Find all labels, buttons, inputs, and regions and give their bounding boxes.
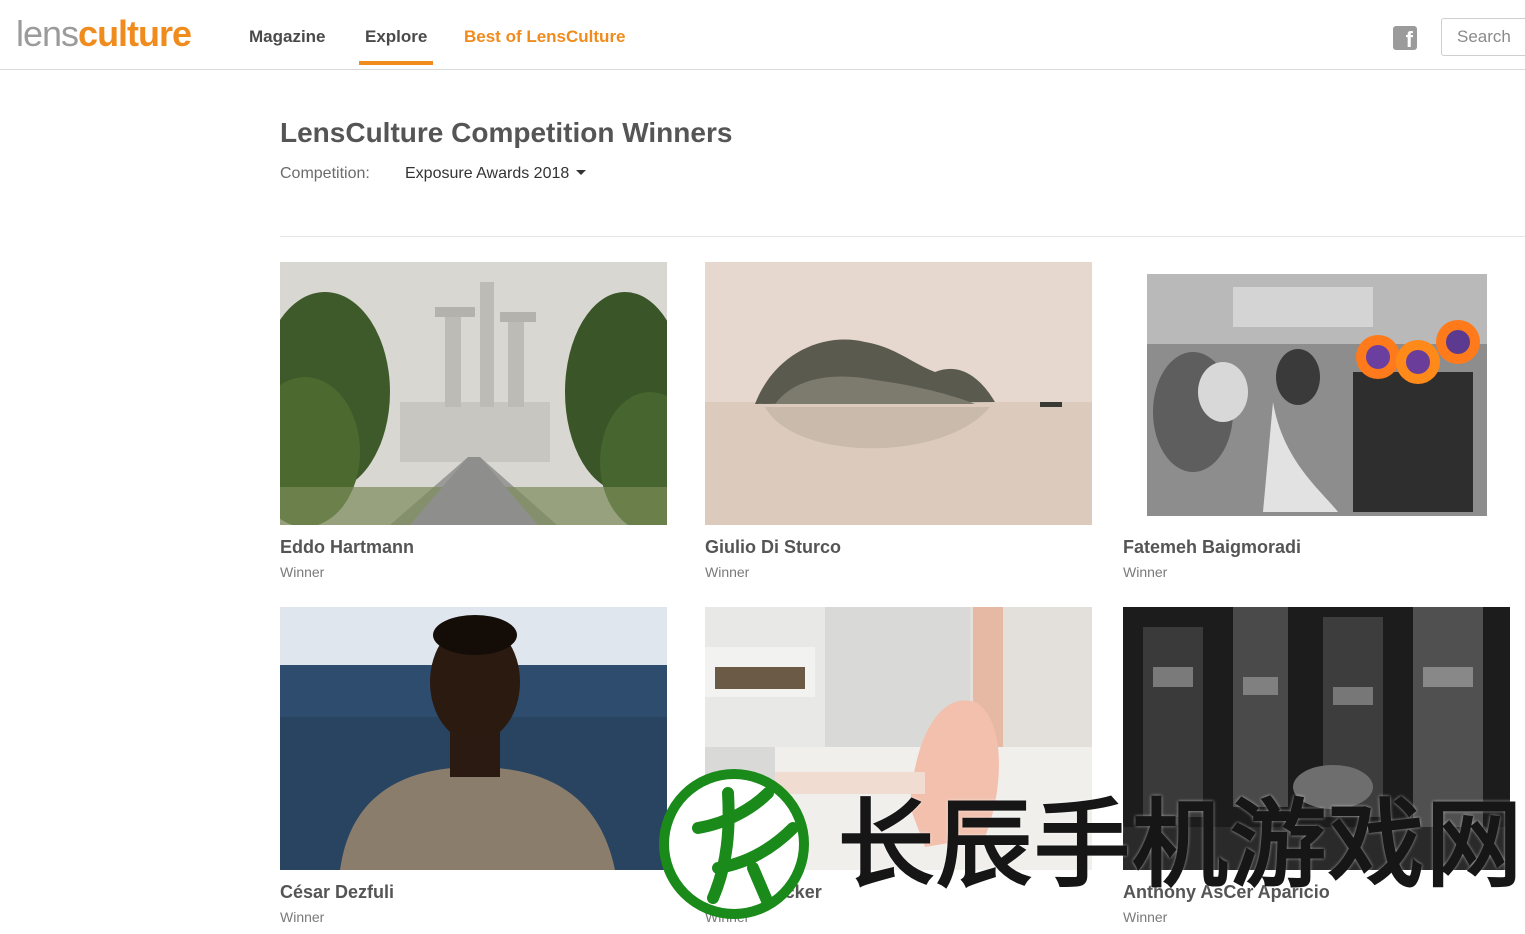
competition-label: Competition: xyxy=(280,165,370,182)
logo-part-culture: culture xyxy=(78,13,192,54)
winner-award: Winner xyxy=(280,909,325,925)
watermark-logo-icon xyxy=(659,769,809,919)
competition-dropdown[interactable]: Exposure Awards 2018 xyxy=(405,164,587,184)
winner-name[interactable]: Eddo Hartmann xyxy=(280,536,414,558)
winner-award: Winner xyxy=(1123,564,1168,580)
logo-part-lens: lens xyxy=(16,13,79,54)
winner-name[interactable]: Giulio Di Sturco xyxy=(705,536,841,558)
winner-name[interactable]: César Dezfuli xyxy=(280,881,394,903)
site-watermark: 长辰手机游戏网 xyxy=(658,768,1522,920)
facebook-icon[interactable]: f xyxy=(1393,26,1417,52)
winner-photo-island[interactable] xyxy=(705,262,1092,525)
winner-name[interactable]: Fatemeh Baigmoradi xyxy=(1123,536,1301,558)
winner-photo-monument[interactable] xyxy=(280,262,667,525)
nav-explore[interactable]: Explore xyxy=(358,26,434,65)
divider xyxy=(280,236,1525,237)
search-input[interactable] xyxy=(1441,18,1525,56)
page-title: LensCulture Competition Winners xyxy=(280,117,733,148)
nav-best-of-lensculture[interactable]: Best of LensCulture xyxy=(464,26,626,48)
lensculture-logo[interactable]: lensculture xyxy=(16,13,192,54)
winner-photo-portrait-sea[interactable] xyxy=(280,607,667,870)
winner-photo-wedding[interactable] xyxy=(1123,262,1510,525)
watermark-text: 长辰手机游戏网 xyxy=(838,789,1524,901)
winner-award: Winner xyxy=(705,564,750,580)
nav-magazine[interactable]: Magazine xyxy=(249,26,326,48)
winner-award: Winner xyxy=(280,564,325,580)
competition-selected-value: Exposure Awards 2018 xyxy=(405,165,570,182)
site-header: lensculture Magazine Explore Best of Len… xyxy=(0,0,1525,70)
caret-down-icon xyxy=(576,170,587,175)
